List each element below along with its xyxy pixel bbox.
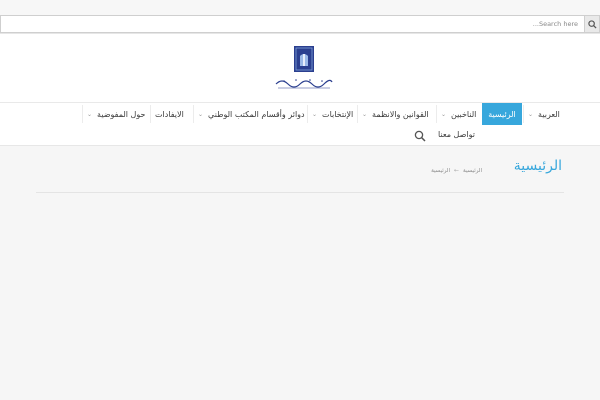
nav-item-label: القوانين والانظمة (372, 109, 429, 119)
nav-item-label: الايفادات (155, 109, 184, 119)
search-button[interactable] (585, 15, 600, 33)
nav-separator (357, 105, 358, 123)
page-title-area: الرئيسية الرئيسية ← الرئيسية (0, 145, 600, 400)
nav-item-label: الرئيسية (488, 109, 516, 119)
site-logo[interactable] (272, 44, 336, 94)
search-input[interactable] (0, 15, 585, 33)
breadcrumb-home-link[interactable]: الرئيسية (463, 168, 482, 174)
nav-separator (150, 105, 151, 123)
nav-item-arabic[interactable]: العربية ⌄ (528, 103, 560, 125)
nav-item-elections[interactable]: الإنتخابات ⌄ (312, 103, 353, 125)
nav-item-label: حول المفوضية (97, 109, 146, 119)
nav-item-label: دوائر وأقسام المكتب الوطني (208, 109, 305, 119)
nav-item-contact[interactable]: تواصل معنا (438, 123, 475, 145)
chevron-down-icon: ⌄ (528, 110, 534, 118)
site-header (0, 34, 600, 102)
nav-item-voters[interactable]: الناخبين ⌄ (441, 103, 476, 125)
breadcrumb: الرئيسية ← الرئيسية (431, 167, 482, 174)
chevron-down-icon: ⌄ (441, 110, 447, 118)
emblem-logo (275, 46, 333, 89)
nav-separator (82, 105, 83, 123)
chevron-down-icon: ⌄ (198, 110, 204, 118)
nav-item-laws[interactable]: القوانين والانظمة ⌄ (362, 103, 429, 125)
nav-item-departments[interactable]: دوائر وأقسام المكتب الوطني ⌄ (198, 103, 305, 125)
nav-separator (193, 105, 194, 123)
nav-item-label: الإنتخابات (322, 109, 354, 119)
nav-separator (523, 105, 524, 123)
breadcrumb-current: الرئيسية (431, 167, 451, 174)
chevron-down-icon: ⌄ (362, 110, 368, 118)
arrow-left-icon: ← (454, 167, 460, 174)
nav-item-delegations[interactable]: الايفادات (155, 103, 184, 125)
nav-item-label: العربية (538, 109, 560, 119)
title-divider (36, 192, 564, 193)
chevron-down-icon: ⌄ (87, 110, 93, 118)
search-icon (587, 19, 597, 29)
nav-search-toggle[interactable] (414, 127, 426, 142)
nav-item-label: تواصل معنا (438, 129, 475, 139)
nav-item-label: الناخبين (451, 109, 477, 119)
chevron-down-icon: ⌄ (312, 110, 318, 118)
page-title: الرئيسية (513, 158, 562, 174)
nav-item-about[interactable]: حول المفوضية ⌄ (87, 103, 145, 125)
top-search-bar (0, 0, 600, 34)
nav-separator (307, 105, 308, 123)
nav-separator (436, 105, 437, 123)
nav-item-home[interactable]: الرئيسية (482, 103, 522, 125)
search-icon (414, 130, 426, 142)
